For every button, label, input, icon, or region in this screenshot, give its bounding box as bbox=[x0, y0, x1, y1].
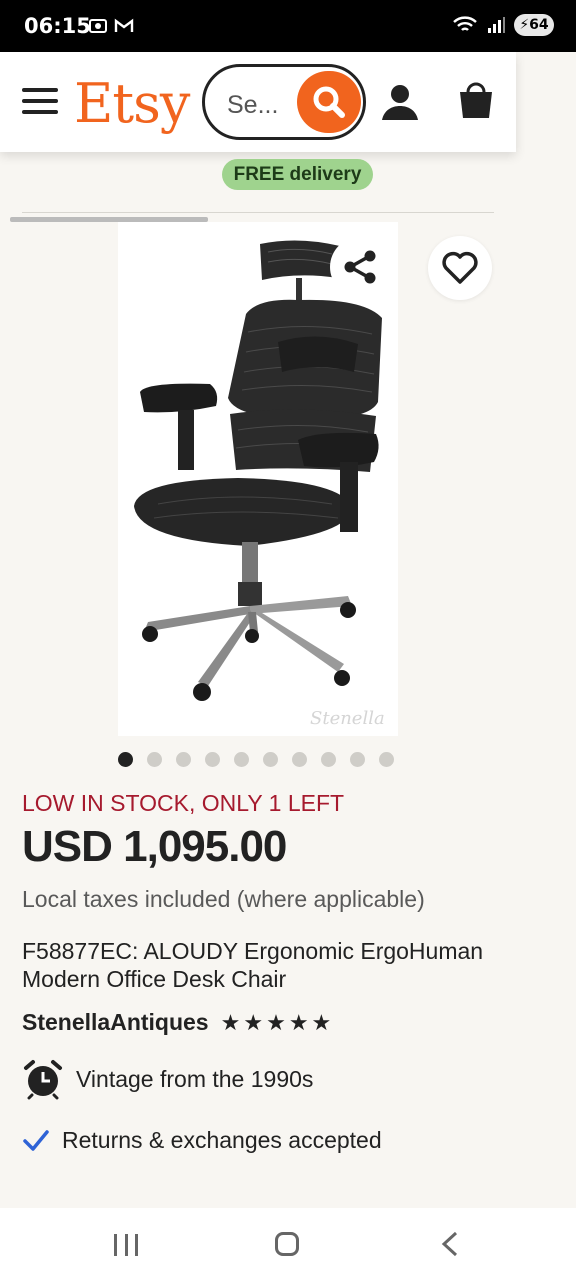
signal-icon bbox=[488, 17, 505, 33]
product-image[interactable]: Stenella bbox=[118, 222, 398, 736]
search-input[interactable]: Se... bbox=[227, 91, 289, 120]
system-icons: ⚡ 64 bbox=[452, 14, 554, 36]
free-delivery-badge: FREE delivery bbox=[222, 159, 373, 190]
returns-label: Returns & exchanges accepted bbox=[62, 1126, 382, 1153]
carousel-dot[interactable] bbox=[350, 752, 365, 767]
account-icon[interactable] bbox=[380, 82, 420, 122]
star-icon: ★ bbox=[311, 1009, 332, 1035]
search-button[interactable] bbox=[297, 71, 361, 133]
image-watermark: Stenella bbox=[310, 708, 385, 729]
screenshot-icon bbox=[89, 19, 107, 33]
home-button[interactable] bbox=[275, 1232, 299, 1256]
carousel-dot[interactable] bbox=[234, 752, 249, 767]
returns-feature: Returns & exchanges accepted bbox=[22, 1126, 382, 1154]
divider bbox=[22, 212, 494, 213]
carousel-dot[interactable] bbox=[205, 752, 220, 767]
share-icon bbox=[344, 250, 376, 284]
back-icon[interactable] bbox=[438, 1230, 462, 1258]
system-nav-bar bbox=[0, 1208, 576, 1280]
recents-button[interactable] bbox=[114, 1234, 138, 1256]
star-icon: ★ bbox=[288, 1009, 309, 1035]
status-bar: 06:15 ⚡ 64 bbox=[0, 0, 576, 52]
checkmark-icon bbox=[23, 1130, 49, 1151]
carousel-dot[interactable] bbox=[292, 752, 307, 767]
carousel-dot[interactable] bbox=[263, 752, 278, 767]
wifi-icon bbox=[453, 16, 477, 31]
carousel-dot[interactable] bbox=[118, 752, 133, 767]
shop-row[interactable]: StenellaAntiques ★ ★ ★ ★ ★ bbox=[22, 1009, 331, 1036]
favorite-button[interactable] bbox=[428, 236, 492, 300]
carousel-dots bbox=[118, 752, 394, 767]
product-price: USD 1,095.00 bbox=[22, 822, 287, 871]
bag-icon[interactable] bbox=[456, 80, 496, 120]
carousel-dot[interactable] bbox=[321, 752, 336, 767]
star-icon: ★ bbox=[243, 1009, 264, 1035]
stock-status: LOW IN STOCK, ONLY 1 LEFT bbox=[22, 790, 345, 816]
star-rating: ★ ★ ★ ★ ★ bbox=[220, 1009, 332, 1035]
product-title: F58877EC: ALOUDY Ergonomic ErgoHuman Mod… bbox=[22, 938, 484, 992]
etsy-header: Etsy Se... bbox=[0, 52, 516, 152]
notification-icons bbox=[88, 16, 134, 36]
alarm-clock-icon bbox=[24, 1060, 62, 1100]
share-button[interactable] bbox=[330, 237, 390, 297]
carousel-dot[interactable] bbox=[147, 752, 162, 767]
vintage-feature: Vintage from the 1990s bbox=[22, 1058, 313, 1100]
battery-level: 64 bbox=[529, 17, 549, 33]
gmail-icon bbox=[114, 18, 134, 32]
carousel-dot[interactable] bbox=[176, 752, 191, 767]
menu-icon[interactable] bbox=[22, 88, 58, 116]
search-icon bbox=[313, 86, 345, 118]
office-chair-image: Stenella bbox=[134, 240, 385, 729]
carousel-dot[interactable] bbox=[379, 752, 394, 767]
tax-note: Local taxes included (where applicable) bbox=[22, 886, 425, 912]
etsy-logo[interactable]: Etsy bbox=[74, 72, 190, 135]
star-icon: ★ bbox=[266, 1009, 286, 1035]
battery-indicator: ⚡ 64 bbox=[514, 14, 554, 36]
heart-icon bbox=[442, 251, 478, 284]
status-time: 06:15 bbox=[24, 14, 91, 38]
vintage-label: Vintage from the 1990s bbox=[76, 1065, 314, 1092]
star-icon: ★ bbox=[220, 1009, 241, 1035]
search-box[interactable]: Se... bbox=[202, 64, 366, 140]
shop-name[interactable]: StenellaAntiques bbox=[22, 1009, 209, 1036]
